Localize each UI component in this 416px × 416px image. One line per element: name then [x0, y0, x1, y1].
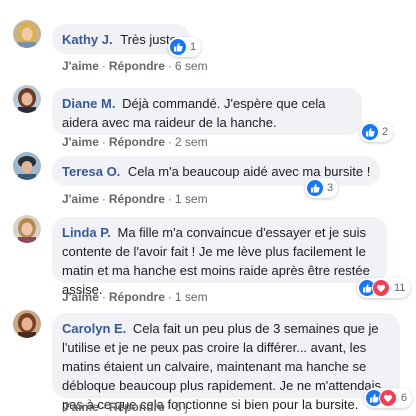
reply-link[interactable]: Répondre: [109, 135, 165, 149]
comment-bubble: Linda P. Ma fille m'a convaincue d'essay…: [52, 217, 387, 297]
comment-actions: J'aime · Répondre · 1 sem: [62, 290, 208, 304]
comment-actions: J'aime · Répondre · 6 sem: [62, 59, 208, 73]
timestamp[interactable]: 6 sem: [175, 59, 208, 73]
reaction-summary[interactable]: 11: [357, 278, 411, 298]
like-link[interactable]: J'aime: [62, 192, 99, 206]
avatar[interactable]: [13, 85, 41, 113]
timestamp[interactable]: 6 j: [175, 400, 188, 414]
comment-text: Cela m'a beaucoup aidé avec ma bursite !: [127, 164, 371, 179]
like-link[interactable]: J'aime: [62, 59, 99, 73]
avatar[interactable]: [13, 20, 41, 48]
timestamp[interactable]: 2 sem: [175, 135, 208, 149]
comment-actions: J'aime · Répondre · 6 j: [62, 400, 188, 414]
reply-link[interactable]: Répondre: [109, 192, 165, 206]
reaction-summary[interactable]: 1: [168, 37, 202, 57]
reaction-count: 2: [382, 126, 389, 138]
comment-actions: J'aime · Répondre · 2 sem: [62, 135, 208, 149]
author-name[interactable]: Carolyn E.: [62, 321, 126, 336]
like-link[interactable]: J'aime: [62, 400, 99, 414]
reaction-summary[interactable]: 3: [305, 178, 339, 198]
reaction-summary[interactable]: 6: [364, 388, 413, 408]
timestamp[interactable]: 1 sem: [175, 290, 208, 304]
like-reaction-icon: [307, 180, 323, 196]
timestamp[interactable]: 1 sem: [175, 192, 208, 206]
like-reaction-icon: [170, 39, 186, 55]
avatar[interactable]: [13, 152, 41, 180]
like-reaction-icon: [362, 124, 378, 140]
reaction-count: 1: [190, 41, 197, 53]
like-link[interactable]: J'aime: [62, 135, 99, 149]
love-reaction-icon: [379, 389, 397, 407]
avatar[interactable]: [13, 310, 41, 338]
reply-link[interactable]: Répondre: [109, 59, 165, 73]
reaction-count: 3: [327, 182, 334, 194]
reply-link[interactable]: Répondre: [109, 400, 165, 414]
comment-bubble: Diane M. Déjà commandé. J'espère que cel…: [52, 88, 362, 135]
reaction-count: 6: [401, 392, 408, 404]
comment-actions: J'aime · Répondre · 1 sem: [62, 192, 208, 206]
reply-link[interactable]: Répondre: [109, 290, 165, 304]
author-name[interactable]: Linda P.: [62, 225, 111, 240]
author-name[interactable]: Diane M.: [62, 96, 115, 111]
love-reaction-icon: [372, 279, 390, 297]
reaction-summary[interactable]: 2: [360, 122, 394, 142]
avatar[interactable]: [13, 215, 41, 243]
author-name[interactable]: Teresa O.: [62, 164, 120, 179]
comment-bubble: Carolyn E. Cela fait un peu plus de 3 se…: [52, 313, 400, 412]
reaction-count: 11: [394, 282, 406, 294]
like-link[interactable]: J'aime: [62, 290, 99, 304]
author-name[interactable]: Kathy J.: [62, 32, 113, 47]
